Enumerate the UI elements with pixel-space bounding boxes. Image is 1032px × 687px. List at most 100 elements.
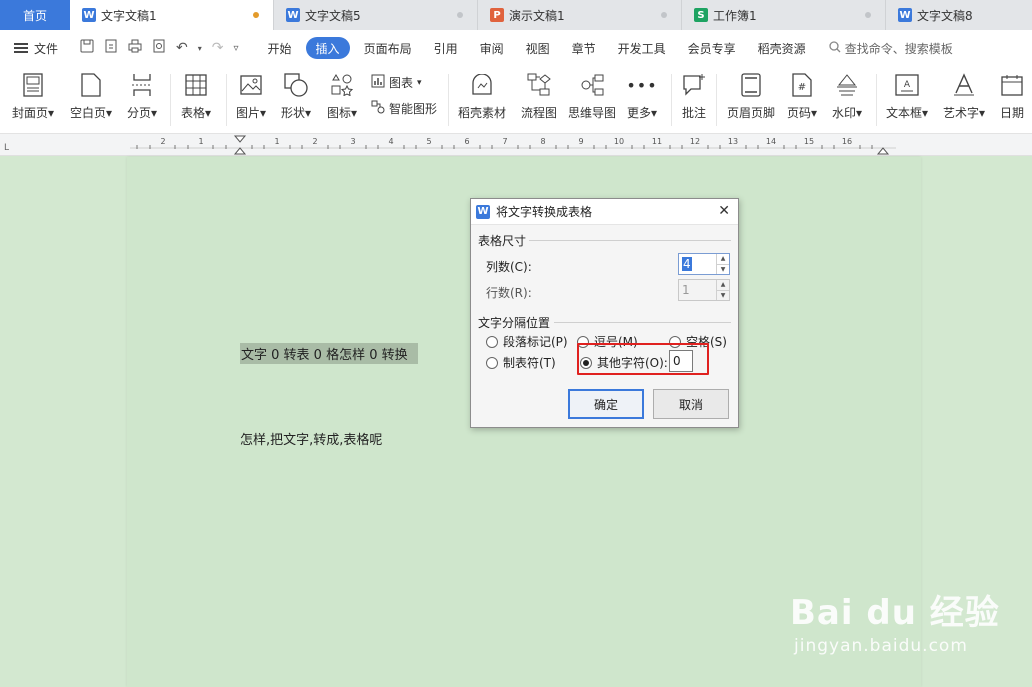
flowchart-button[interactable]: 流程图 — [521, 72, 557, 121]
table-icon — [184, 72, 208, 98]
watermark-button[interactable]: 水印▾ — [832, 72, 862, 121]
blank-page-label: 空白页 — [70, 106, 107, 120]
svg-text:12: 12 — [690, 137, 700, 146]
tab-home-label: 首页 — [22, 8, 47, 23]
blank-page-button[interactable]: 空白页▾ — [70, 72, 112, 121]
rows-spinner: 1 ▲ ▼ — [678, 279, 730, 301]
page-break-button[interactable]: 分页▾ — [127, 72, 157, 121]
close-icon[interactable]: ✕ — [718, 204, 730, 218]
svg-text:16: 16 — [842, 137, 852, 146]
paragraph-mark-radio[interactable]: 段落标记(P) — [486, 333, 568, 350]
menu-tab-insert[interactable]: 插入 — [305, 37, 350, 59]
tab-home[interactable]: 首页 — [0, 0, 70, 30]
selected-text-line[interactable]: 文字 0 转表 0 格怎样 0 转换 — [240, 343, 418, 364]
more-button[interactable]: ••• 更多▾ — [626, 72, 657, 121]
highlight-box — [577, 343, 709, 375]
tab-label: 文字文稿8 — [917, 8, 973, 23]
text-line[interactable]: 怎样,把文字,转成,表格呢 — [240, 429, 382, 448]
quick-access-toolbar: ↶ ▾ ↷ ▿ — [80, 39, 239, 57]
menu-tab-docer[interactable]: 稻壳资源 — [747, 37, 817, 59]
file-menu-button[interactable]: 文件 — [14, 40, 58, 57]
dialog-title-bar[interactable]: W 将文字转换成表格 — [471, 199, 738, 225]
picture-button[interactable]: 图片▾ — [236, 72, 266, 121]
header-footer-button[interactable]: 页眉页脚 — [727, 72, 775, 121]
menu-tab-home[interactable]: 开始 — [257, 37, 303, 59]
mind-map-label: 思维导图 — [568, 106, 617, 120]
menu-tab-review[interactable]: 审阅 — [469, 37, 515, 59]
date-button[interactable]: 日期 — [1000, 72, 1024, 121]
print-icon[interactable] — [128, 39, 142, 57]
svg-text:4: 4 — [388, 137, 393, 146]
tab-document-1[interactable]: W 文字文稿1 — [70, 0, 274, 30]
cancel-button[interactable]: 取消 — [653, 389, 729, 419]
page-number-icon: # — [790, 72, 814, 98]
command-search[interactable]: 查找命令、搜索模板 — [829, 40, 953, 57]
svg-text:1: 1 — [198, 137, 203, 146]
mind-map-button[interactable]: 思维导图 — [568, 72, 616, 121]
tab-dot-icon — [457, 12, 463, 18]
page-number-button[interactable]: # 页码▾ — [787, 72, 817, 121]
ok-button[interactable]: 确定 — [568, 389, 644, 419]
columns-label: 列数(C): — [486, 260, 532, 274]
smart-art-label: 智能图形 — [389, 102, 438, 116]
header-footer-icon — [739, 72, 763, 98]
svg-text:L: L — [4, 143, 9, 153]
menu-tab-section[interactable]: 章节 — [561, 37, 607, 59]
smart-art-button[interactable]: 智能图形 — [371, 100, 437, 117]
menu-tab-page-layout[interactable]: 页面布局 — [353, 37, 423, 59]
svg-text:9: 9 — [578, 137, 583, 146]
ribbon-separator — [448, 74, 449, 126]
comment-icon — [682, 72, 706, 98]
shape-label: 形状 — [281, 106, 306, 120]
comment-label: 批注 — [682, 106, 707, 120]
svg-text:10: 10 — [614, 137, 624, 146]
horizontal-ruler[interactable]: L 2 1 1 2 3 4 5 6 7 8 9 10 11 12 13 14 15 16 — [0, 134, 1032, 156]
print-preview-icon[interactable] — [152, 39, 166, 57]
columns-value[interactable]: 4 — [682, 257, 692, 271]
undo-icon[interactable]: ↶ — [176, 40, 188, 56]
svg-text:8: 8 — [540, 137, 545, 146]
comment-button[interactable]: 批注 — [682, 72, 706, 121]
menu-tab-view[interactable]: 视图 — [515, 37, 561, 59]
writer-doc-icon: W — [898, 8, 912, 22]
page-break-label: 分页 — [127, 106, 152, 120]
svg-text:15: 15 — [804, 137, 814, 146]
cover-page-button[interactable]: 封面页▾ — [12, 72, 54, 121]
menu-tab-developer[interactable]: 开发工具 — [607, 37, 677, 59]
save-icon[interactable] — [80, 39, 94, 57]
tab-char-radio[interactable]: 制表符(T) — [486, 354, 556, 371]
chart-button[interactable]: 图表 ▾ — [371, 74, 422, 91]
spin-up-icon[interactable]: ▲ — [717, 254, 729, 265]
menu-tab-references[interactable]: 引用 — [423, 37, 469, 59]
search-icon — [829, 40, 841, 56]
mind-map-icon — [580, 72, 604, 98]
undo-dropdown-icon[interactable]: ▾ — [198, 44, 202, 53]
tab-presentation-1[interactable]: P 演示文稿1 — [478, 0, 682, 30]
svg-text:1: 1 — [274, 137, 279, 146]
docer-material-label: 稻壳素材 — [458, 106, 507, 120]
cover-page-icon — [21, 72, 45, 98]
svg-text:13: 13 — [728, 137, 738, 146]
text-box-button[interactable]: A 文本框▾ — [886, 72, 928, 121]
icon-library-icon — [330, 72, 354, 98]
shape-button[interactable]: 形状▾ — [281, 72, 311, 121]
redo-icon[interactable]: ↷ — [212, 40, 224, 56]
rows-label: 行数(R): — [486, 286, 532, 300]
export-pdf-icon[interactable] — [104, 39, 118, 57]
icon-button[interactable]: 图标▾ — [327, 72, 357, 121]
tab-document-5[interactable]: W 文字文稿5 — [274, 0, 478, 30]
spreadsheet-icon: S — [694, 8, 708, 22]
spin-down-icon: ▼ — [720, 291, 726, 299]
docer-material-button[interactable]: 稻壳素材 — [458, 72, 506, 121]
table-button[interactable]: 表格▾ — [181, 72, 211, 121]
watermark-brand: Bai du 经验 — [790, 593, 1000, 633]
spin-down-icon[interactable]: ▼ — [717, 265, 729, 275]
customize-toolbar-icon[interactable]: ▿ — [234, 43, 239, 54]
tab-document-8[interactable]: W 文字文稿8 — [886, 0, 1016, 30]
word-art-button[interactable]: 艺术字▾ — [943, 72, 985, 121]
chart-label: 图表 — [389, 76, 414, 90]
columns-spinner[interactable]: 4 ▲ ▼ — [678, 253, 730, 275]
svg-text:7: 7 — [502, 137, 507, 146]
tab-workbook-1[interactable]: S 工作簿1 — [682, 0, 886, 30]
menu-tab-member[interactable]: 会员专享 — [677, 37, 747, 59]
